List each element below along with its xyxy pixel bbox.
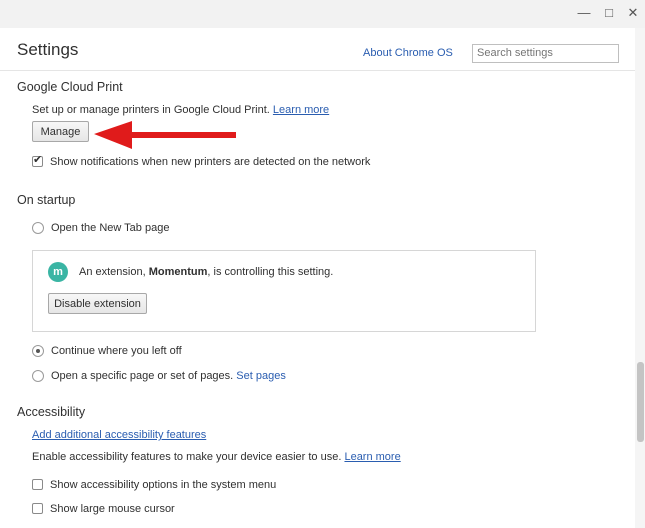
close-icon[interactable]: ✕: [625, 5, 641, 21]
page-title: Settings: [17, 40, 79, 59]
disable-extension-button[interactable]: Disable extension: [48, 293, 147, 314]
system-menu-label: Show accessibility options in the system…: [50, 479, 277, 491]
about-chrome-os-link[interactable]: About Chrome OS: [363, 47, 453, 59]
manage-button[interactable]: Manage: [32, 121, 89, 142]
add-accessibility-features-link[interactable]: Add additional accessibility features: [32, 429, 206, 441]
extension-notice-box: [32, 250, 536, 332]
momentum-icon: m: [48, 262, 68, 282]
cloud-print-learn-more-link[interactable]: Learn more: [273, 104, 329, 116]
startup-section-title: On startup: [17, 193, 76, 207]
header-divider: [0, 70, 635, 71]
radio-specific-pages[interactable]: [32, 370, 44, 382]
option-continue-label: Continue where you left off: [51, 345, 182, 357]
scrollbar-track[interactable]: [635, 28, 645, 528]
radio-continue[interactable]: [32, 345, 44, 357]
search-input[interactable]: [472, 44, 619, 63]
scrollbar-thumb[interactable]: [637, 362, 644, 442]
minimize-icon[interactable]: —: [576, 5, 592, 21]
set-pages-link[interactable]: Set pages: [236, 370, 286, 382]
notifications-checkbox[interactable]: [32, 153, 43, 167]
option-new-tab-label: Open the New Tab page: [51, 222, 170, 234]
accessibility-learn-more-link[interactable]: Learn more: [344, 451, 400, 463]
cloud-print-description-line: Set up or manage printers in Google Clou…: [32, 104, 329, 116]
large-cursor-label: Show large mouse cursor: [50, 503, 175, 515]
large-cursor-checkbox[interactable]: [32, 503, 43, 514]
extension-name: Momentum: [148, 266, 208, 278]
notifications-label: Show notifications when new printers are…: [50, 156, 371, 168]
maximize-icon[interactable]: □: [601, 5, 617, 21]
extension-notice-prefix: An extension,: [79, 266, 149, 278]
window-titlebar: — □ ✕: [0, 0, 645, 28]
option-specific-line: Open a specific page or set of pages. Se…: [51, 370, 286, 382]
option-specific-label: Open a specific page or set of pages.: [51, 370, 234, 382]
cloud-print-description: Set up or manage printers in Google Clou…: [32, 104, 270, 116]
cloud-print-section-title: Google Cloud Print: [17, 80, 123, 94]
system-menu-checkbox[interactable]: [32, 479, 43, 490]
extension-notice-text: An extension, Momentum, is controlling t…: [79, 266, 333, 278]
radio-new-tab[interactable]: [32, 222, 44, 234]
extension-notice-suffix: , is controlling this setting.: [207, 266, 334, 278]
accessibility-description: Enable accessibility features to make yo…: [32, 451, 342, 463]
accessibility-description-line: Enable accessibility features to make yo…: [32, 451, 401, 463]
accessibility-section-title: Accessibility: [17, 405, 86, 419]
red-arrow-annotation: [94, 121, 236, 149]
